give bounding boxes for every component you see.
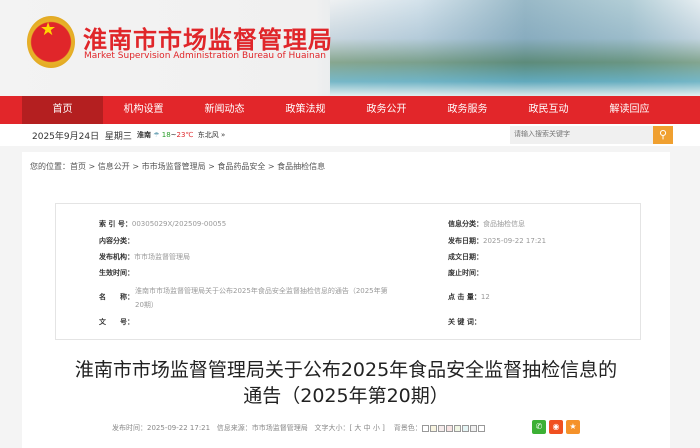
- rain-icon: ☂: [153, 131, 160, 139]
- search-input[interactable]: [510, 126, 653, 144]
- nav-interpretation[interactable]: 解读回应: [589, 96, 670, 124]
- national-emblem-icon: ★: [27, 16, 75, 68]
- current-date: 2025年9月24日 星期三: [32, 132, 132, 142]
- nav-home[interactable]: 首页: [22, 96, 103, 124]
- weibo-share-icon[interactable]: ◉: [549, 420, 563, 434]
- nav-gov-open[interactable]: 政务公开: [346, 96, 427, 124]
- bg-color-swatches[interactable]: [421, 424, 486, 432]
- font-size-control[interactable]: 文字大小：[ 大 中 小 ]: [314, 424, 384, 432]
- site-subtitle: Market Supervision Administration Bureau…: [84, 51, 326, 61]
- search-button[interactable]: ⚲: [653, 126, 673, 144]
- nav-news[interactable]: 新闻动态: [184, 96, 265, 124]
- site-header: ★ 淮南市市场监督管理局 Market Supervision Administ…: [0, 0, 700, 96]
- article-title: 淮南市市场监督管理局关于公布2025年食品安全监督抽检信息的 通告（2025年第2…: [74, 359, 618, 407]
- favorite-star-icon[interactable]: ★: [566, 420, 580, 434]
- content-panel: 您的位置：首页 > 信息公开 > 市市场监督管理局 > 食品药品安全 > 食品抽…: [22, 152, 670, 448]
- breadcrumb: 您的位置：首页 > 信息公开 > 市市场监督管理局 > 食品药品安全 > 食品抽…: [30, 162, 326, 171]
- site-title: 淮南市市场监督管理局: [83, 26, 333, 54]
- nav-policy[interactable]: 政策法规: [265, 96, 346, 124]
- weather: 淮南 ☂ 18~23℃ 东北风 »: [137, 131, 226, 139]
- nav-organization[interactable]: 机构设置: [103, 96, 184, 124]
- nav-gov-service[interactable]: 政务服务: [427, 96, 508, 124]
- date-bar: 2025年9月24日 星期三 淮南 ☂ 18~23℃ 东北风 » ⚲: [0, 124, 700, 146]
- meta-info-table: 索 引 号：00305029X/202509-00055 信息分类：食品抽检信息…: [55, 203, 641, 340]
- search-icon: ⚲: [658, 128, 668, 141]
- nav-interaction[interactable]: 政民互动: [508, 96, 589, 124]
- main-nav: 首页 机构设置 新闻动态 政策法规 政务公开 政务服务 政民互动 解读回应: [0, 96, 700, 124]
- article-info: 发布时间：2025-09-22 17:21 信息来源：市市场监督管理局 文字大小…: [112, 423, 486, 433]
- city-banner-image: [330, 0, 700, 96]
- wechat-share-icon[interactable]: ✆: [532, 420, 546, 434]
